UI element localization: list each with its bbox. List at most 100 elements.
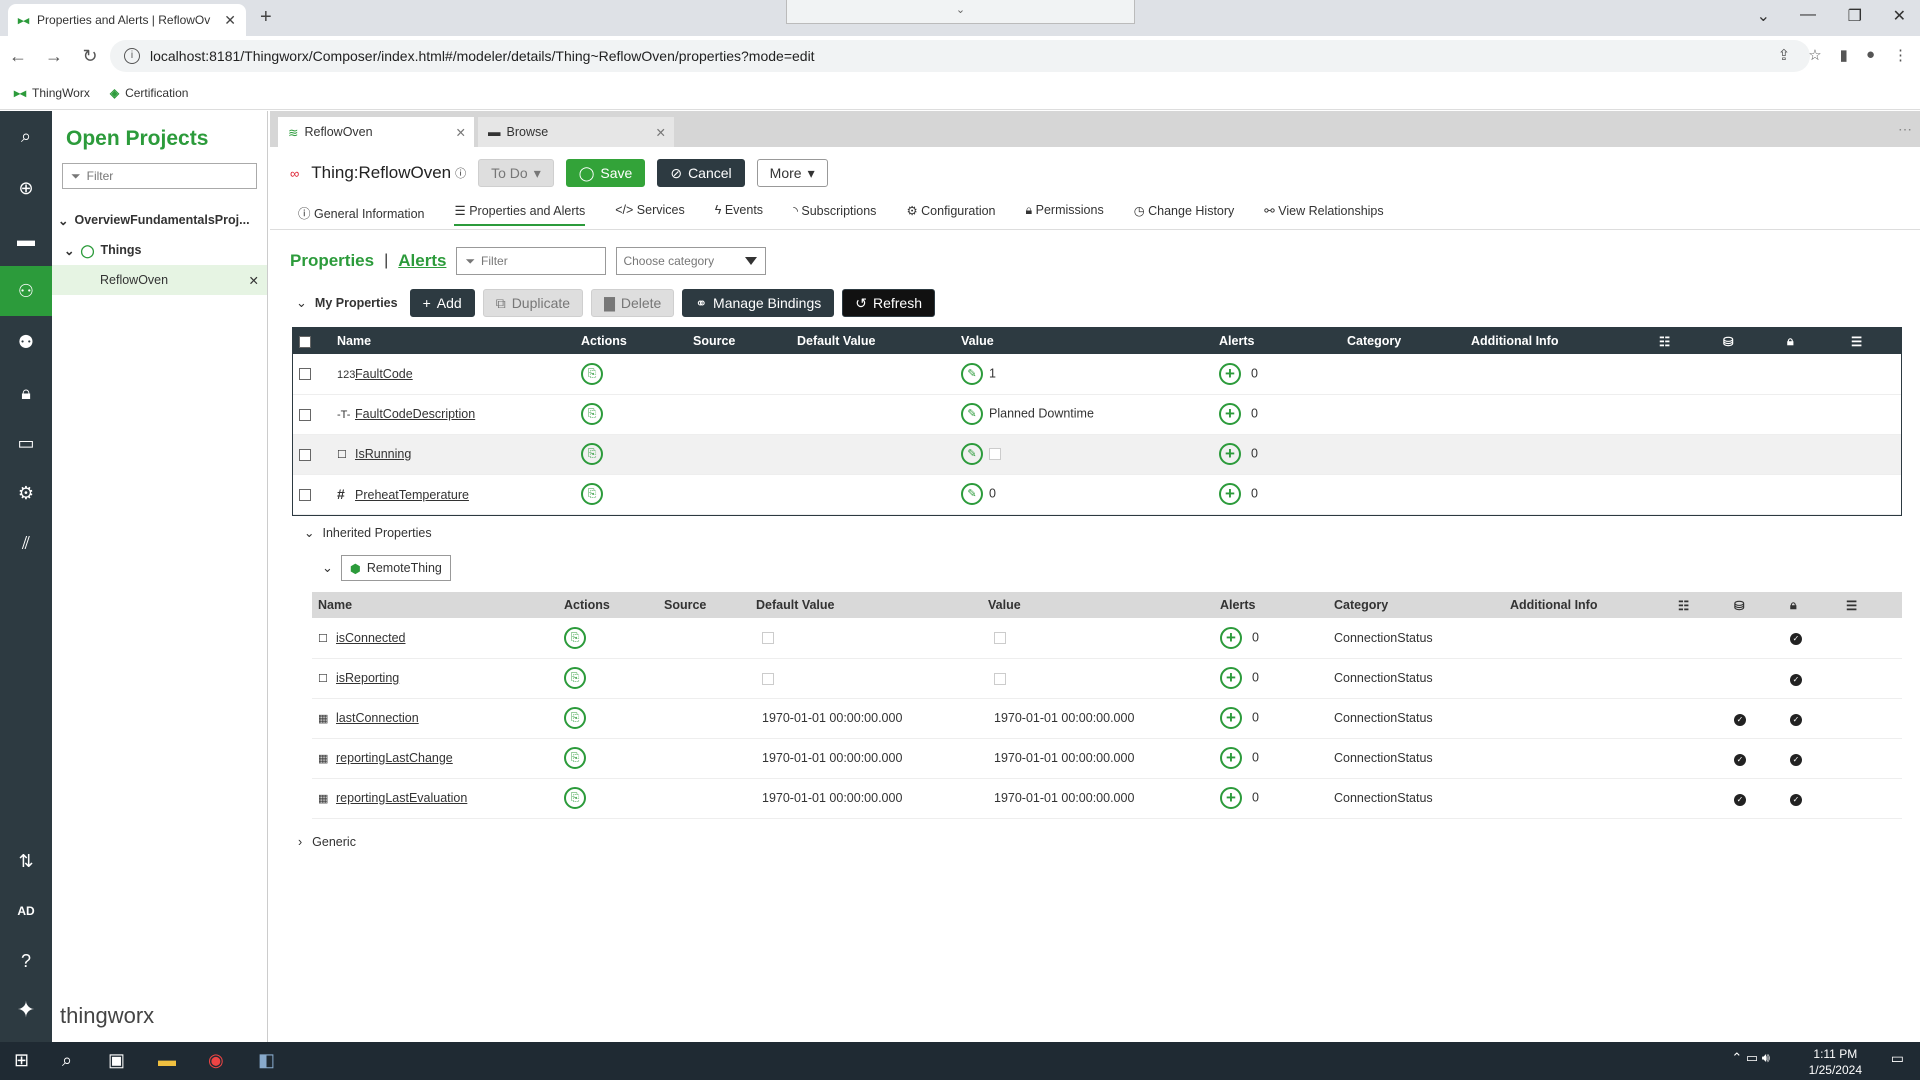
browser-tab[interactable]: ▸◂ Properties and Alerts | ReflowOv ✕ [8, 4, 246, 36]
windows-start-icon[interactable]: ⊞ [14, 1050, 29, 1071]
chevron-down-icon[interactable]: ⌄ [296, 295, 307, 311]
close-icon[interactable]: ✕ [249, 273, 259, 288]
file-explorer-icon[interactable]: ▬ [158, 1050, 176, 1071]
chevron-down-icon[interactable]: ⌄ [64, 243, 74, 258]
property-name-link[interactable]: FaultCode [355, 367, 413, 381]
new-tab-icon[interactable]: + [260, 6, 272, 29]
col-value[interactable]: Value [955, 328, 1213, 354]
search-icon[interactable]: ⌕ [12, 122, 40, 150]
table-row[interactable]: ▦ reportingLastEvaluation ⎘ 1970-01-01 00… [312, 778, 1902, 819]
col-additional-info[interactable]: Additional Info [1504, 592, 1672, 618]
row-checkbox[interactable] [299, 488, 311, 501]
data-icon[interactable]: ⚉ [12, 328, 40, 356]
table-row[interactable]: ☐ IsRunning ⎘ ✎ +0 [293, 434, 1901, 475]
property-name-link[interactable]: IsRunning [355, 447, 411, 461]
col-source[interactable]: Source [687, 328, 791, 354]
restore-icon[interactable]: ❐ [1848, 6, 1862, 26]
back-icon[interactable]: ← [0, 46, 36, 67]
edit-value-icon[interactable]: ✎ [961, 403, 983, 425]
address-bar[interactable]: i localhost:8181/Thingworx/Composer/inde… [110, 40, 1810, 72]
profile-icon[interactable]: ● [1866, 46, 1875, 64]
modeling-icon[interactable]: ⚇ [12, 277, 40, 305]
row-checkbox[interactable] [299, 448, 311, 461]
security-lock-icon[interactable]: 🔒︎ [12, 379, 40, 407]
col-category[interactable]: Category [1328, 592, 1504, 618]
chevron-down-icon[interactable]: ⌄ [322, 560, 333, 576]
close-icon[interactable]: ✕ [656, 125, 666, 140]
col-category[interactable]: Category [1341, 328, 1465, 354]
column-chooser-icon[interactable]: ☰ [1846, 599, 1857, 613]
tab-services[interactable]: </> Services [615, 203, 685, 226]
import-export-icon[interactable]: ⇅ [12, 847, 40, 875]
table-row[interactable]: ▦ reportingLastChange ⎘ 1970-01-01 00:00:… [312, 738, 1902, 779]
reload-icon[interactable]: ↻ [72, 46, 108, 67]
add-alert-icon[interactable]: + [1219, 483, 1241, 505]
actions-icon[interactable]: ⎘ [564, 667, 586, 689]
col-source[interactable]: Source [658, 592, 750, 618]
property-name-link[interactable]: isConnected [336, 631, 406, 645]
property-name-link[interactable]: reportingLastEvaluation [336, 791, 467, 805]
tab-properties-and-alerts[interactable]: ☰ Properties and Alerts [454, 203, 586, 226]
ad-icon[interactable]: AD [12, 897, 40, 925]
col-value[interactable]: Value [982, 592, 1214, 618]
duplicate-button[interactable]: ⧉ Duplicate [482, 289, 584, 317]
delete-button[interactable]: ▇ Delete [591, 289, 675, 317]
add-alert-icon[interactable]: + [1219, 362, 1241, 385]
actions-icon[interactable]: ⎘ [564, 626, 586, 649]
inherited-properties-section[interactable]: ⌄ Inherited Properties [304, 525, 432, 541]
visualization-icon[interactable]: ▭ [12, 429, 40, 457]
notifications-icon[interactable]: ▭ [1891, 1050, 1904, 1067]
col-default-value[interactable]: Default Value [791, 328, 955, 354]
system-tray-icons[interactable]: ⌃ ▭ 🔊︎ [1731, 1050, 1770, 1066]
add-button[interactable]: + Add [409, 289, 475, 317]
actions-icon[interactable]: ⎘ [564, 747, 586, 769]
add-alert-icon[interactable]: + [1220, 707, 1242, 729]
table-row[interactable]: 123FaultCode ⎘ ✎ 1 +0 [293, 354, 1901, 395]
side-panel-icon[interactable]: ▮ [1840, 46, 1848, 64]
row-checkbox[interactable] [299, 368, 311, 381]
edit-value-icon[interactable]: ✎ [961, 443, 983, 465]
task-view-icon[interactable]: ▣ [108, 1050, 125, 1071]
edit-value-icon[interactable]: ✎ [961, 483, 983, 505]
taskbar-search-icon[interactable]: ⌕ [62, 1050, 72, 1071]
add-alert-icon[interactable]: + [1220, 667, 1242, 689]
property-name-link[interactable]: reportingLastChange [336, 751, 453, 765]
forward-icon[interactable]: → [36, 46, 72, 67]
chevron-down-icon[interactable]: ⌄ [58, 213, 68, 228]
alerts-toggle[interactable]: Alerts [398, 251, 446, 271]
edit-value-icon[interactable]: ✎ [961, 362, 983, 385]
table-row[interactable]: # PreheatTemperature ⎘ ✎ 0 +0 [293, 474, 1901, 515]
system-gear-icon[interactable]: ⚙ [12, 479, 40, 507]
add-alert-icon[interactable]: + [1220, 747, 1242, 769]
properties-toggle[interactable]: Properties [290, 251, 374, 271]
close-icon[interactable]: ✕ [456, 125, 466, 140]
tab-view-relationships[interactable]: ⚯ View Relationships [1264, 203, 1383, 226]
tab-configuration[interactable]: ⚙ Configuration [906, 203, 995, 226]
save-button[interactable]: ◯ Save [565, 159, 646, 187]
table-row[interactable]: ☐ isConnected ⎘ +0 ConnectionStatus ✓ [312, 618, 1902, 659]
col-name[interactable]: Name [312, 592, 558, 618]
add-alert-icon[interactable]: + [1220, 626, 1242, 649]
col-additional-info[interactable]: Additional Info [1465, 328, 1653, 354]
projects-filter-input[interactable]: ⏷ Filter [62, 163, 257, 189]
more-button[interactable]: More ▾ [756, 159, 828, 187]
project-item-reflowoven[interactable]: ReflowOven ✕ [52, 265, 267, 295]
menu-kebab-icon[interactable]: ⋮ [1893, 46, 1908, 64]
things-group-node[interactable]: ⌄ ◯ Things [52, 235, 267, 265]
row-checkbox[interactable] [299, 408, 311, 421]
app-icon[interactable]: ◧ [258, 1050, 275, 1071]
actions-icon[interactable]: ⎘ [581, 362, 603, 385]
manage-bindings-button[interactable]: ⚭ Manage Bindings [682, 289, 835, 317]
new-entity-icon[interactable]: ⊕ [12, 174, 40, 202]
help-icon[interactable]: ? [12, 947, 40, 975]
chrome-icon[interactable]: ◉ [208, 1050, 224, 1071]
tab-events[interactable]: ϟ Events [715, 203, 763, 226]
projects-folder-icon[interactable]: ▬ [12, 226, 40, 254]
property-name-link[interactable]: lastConnection [336, 711, 419, 725]
remotething-template-button[interactable]: ⬢ RemoteThing [340, 555, 451, 581]
col-alerts[interactable]: Alerts [1213, 328, 1341, 354]
col-alerts[interactable]: Alerts [1214, 592, 1328, 618]
share-icon[interactable]: ⇪ [1778, 46, 1791, 64]
editor-tab-browse[interactable]: ▬ Browse ✕ [478, 117, 674, 147]
cancel-button[interactable]: ⊘ Cancel [657, 159, 745, 187]
